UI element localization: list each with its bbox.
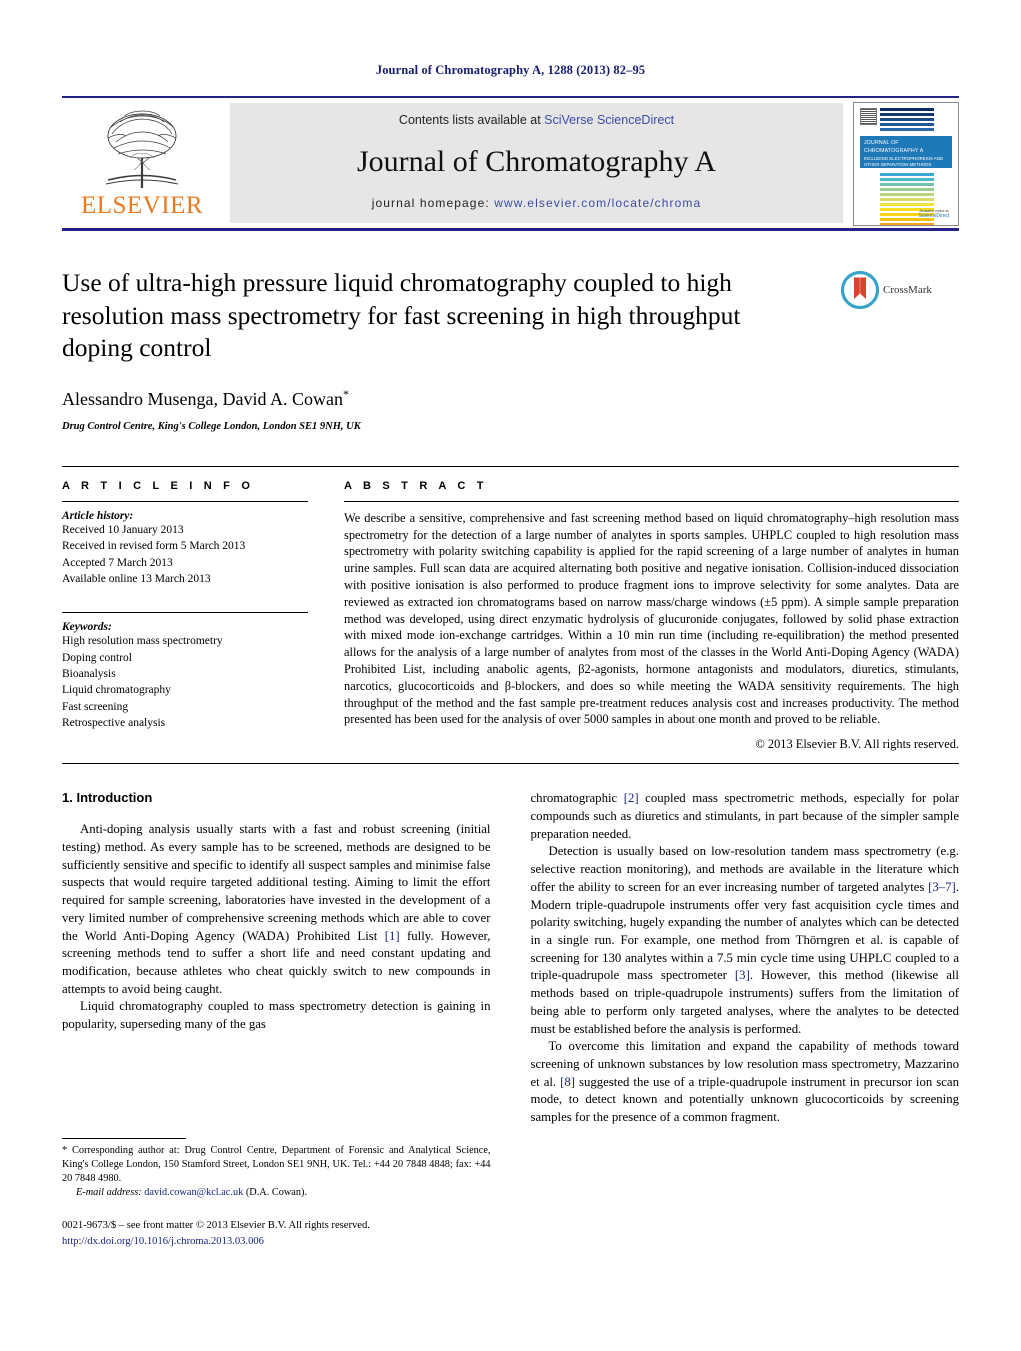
masthead-bottom-rule <box>62 228 959 231</box>
abstract-divider <box>344 500 959 502</box>
paragraph-text: chromatographic [2] coupled mass spectro… <box>530 791 960 841</box>
paragraph-text: Liquid chromatography coupled to mass sp… <box>62 999 491 1032</box>
crossmark-badge[interactable]: CrossMark <box>841 267 959 309</box>
issn-line: 0021-9673/$ – see front matter © 2013 El… <box>62 1220 370 1232</box>
body-column-left: 1. Introduction Anti-doping analysis usu… <box>62 790 491 1249</box>
homepage-prefix: journal homepage: <box>371 196 495 210</box>
section-heading-introduction: 1. Introduction <box>62 790 153 806</box>
abstract-heading: A B S T R A C T <box>344 479 488 492</box>
journal-masthead: ELSEVIER Contents lists available at Sci… <box>62 96 959 226</box>
affiliation: Drug Control Centre, King's College Lond… <box>62 420 361 432</box>
cover-footer: Available online at ScienceDirect <box>915 209 953 219</box>
email-link[interactable]: david.cowan@kcl.ac.uk <box>144 1187 243 1198</box>
email-label: E-mail address: <box>76 1187 142 1199</box>
keyword-item: Fast screening <box>62 700 129 713</box>
paragraph: Detection is usually based on low-resolu… <box>531 843 960 1038</box>
page-title: Use of ultra-high pressure liquid chroma… <box>62 268 741 363</box>
cover-foot-brand: ScienceDirect <box>918 213 950 219</box>
history-item: Available online 13 March 2013 <box>62 572 211 585</box>
history-item: Accepted 7 March 2013 <box>62 556 173 569</box>
paragraph: To overcome this limitation and expand t… <box>531 1038 960 1127</box>
abstract-column: A B S T R A C T We describe a sensitive,… <box>344 480 959 752</box>
elsevier-tree-icon <box>105 110 179 188</box>
cover-publisher-mark-icon <box>860 108 877 125</box>
corresponding-author-marker: * <box>342 386 349 401</box>
keyword-item: Doping control <box>62 651 132 664</box>
history-item: Received 10 January 2013 <box>62 523 184 536</box>
keywords-label: Keywords: <box>62 621 112 634</box>
abstract-copyright: © 2013 Elsevier B.V. All rights reserved… <box>755 737 959 752</box>
paragraph: chromatographic [2] coupled mass spectro… <box>531 790 960 843</box>
elsevier-wordmark: ELSEVIER <box>80 192 204 219</box>
cover-title-band: JOURNAL OF CHROMATOGRAPHY A INCLUDING EL… <box>860 136 952 180</box>
journal-banner: Contents lists available at SciVerse Sci… <box>230 103 843 223</box>
abstract-bottom-rule <box>62 763 959 765</box>
keywords-block: Keywords: High resolution mass spectrome… <box>62 612 308 731</box>
citation-ref[interactable]: [8] <box>560 1075 575 1089</box>
doi-link[interactable]: http://dx.doi.org/10.1016/j.chroma.2013.… <box>62 1236 264 1247</box>
paragraph-text: Anti-doping analysis usually starts with… <box>62 822 491 996</box>
info-top-rule <box>62 465 959 467</box>
issn-block: 0021-9673/$ – see front matter © 2013 El… <box>62 1218 491 1249</box>
abstract-text: We describe a sensitive, comprehensive a… <box>344 510 959 727</box>
author-list: Alessandro Musenga, David A. Cowan* <box>62 387 825 410</box>
paragraph-text: Detection is usually based on low-resolu… <box>530 844 960 1036</box>
contents-available-line: Contents lists available at SciVerse Sci… <box>399 113 674 127</box>
sciencedirect-link[interactable]: SciVerse ScienceDirect <box>544 113 674 127</box>
journal-title: Journal of Chromatography A <box>356 144 717 178</box>
keyword-item: Liquid chromatography <box>62 684 171 697</box>
footnote-rule <box>62 1138 186 1140</box>
email-owner: (D.A. Cowan). <box>245 1187 308 1199</box>
article-history-label: Article history: <box>62 509 134 522</box>
running-head: Journal of Chromatography A, 1288 (2013)… <box>375 63 646 77</box>
paragraph-text: To overcome this limitation and expand t… <box>530 1039 960 1125</box>
contents-prefix: Contents lists available at <box>398 113 545 127</box>
article-info-column: A R T I C L E I N F O Article history: R… <box>62 480 344 752</box>
keyword-item: High resolution mass spectrometry <box>62 635 223 648</box>
crossmark-label: CrossMark <box>883 284 932 296</box>
body-column-right: chromatographic [2] coupled mass spectro… <box>531 790 960 1249</box>
body-columns: 1. Introduction Anti-doping analysis usu… <box>62 790 959 1249</box>
journal-cover-thumbnail[interactable]: JOURNAL OF CHROMATOGRAPHY A INCLUDING EL… <box>853 102 959 226</box>
history-item: Received in revised form 5 March 2013 <box>62 540 246 553</box>
info-abstract-row: A R T I C L E I N F O Article history: R… <box>62 480 959 752</box>
article-info-heading: A R T I C L E I N F O <box>62 479 255 492</box>
keywords-divider <box>62 612 308 614</box>
paper-page: Journal of Chromatography A, 1288 (2013)… <box>0 0 1021 1351</box>
citation-ref[interactable]: [2] <box>624 791 639 805</box>
citation-ref[interactable]: [3–7] <box>928 880 956 894</box>
info-divider <box>62 500 308 502</box>
corresponding-author-note: * Corresponding author at: Drug Control … <box>62 1145 491 1185</box>
crossmark-icon <box>841 271 879 309</box>
article-title-block: Use of ultra-high pressure liquid chroma… <box>62 267 959 432</box>
cover-bars-top <box>880 108 934 133</box>
author-names: Alessandro Musenga, David A. Cowan <box>62 388 343 409</box>
footnote-zone: * Corresponding author at: Drug Control … <box>62 1138 491 1248</box>
keyword-item: Retrospective analysis <box>62 716 166 729</box>
citation-ref[interactable]: [1] <box>385 929 400 943</box>
cover-subtitle-1: INCLUDING ELECTROPHORESIS AND OTHER SEPA… <box>864 155 944 168</box>
elsevier-logo-block: ELSEVIER <box>62 98 222 218</box>
homepage-url-link[interactable]: www.elsevier.com/locate/chroma <box>494 196 701 210</box>
email-note: E-mail address: david.cowan@kcl.ac.uk (D… <box>62 1187 491 1198</box>
keyword-item: Bioanalysis <box>62 667 116 680</box>
citation-ref[interactable]: [3] <box>735 968 750 982</box>
cover-title: JOURNAL OF CHROMATOGRAPHY A <box>864 140 924 154</box>
journal-homepage-line: journal homepage: www.elsevier.com/locat… <box>372 196 702 210</box>
paragraph: Anti-doping analysis usually starts with… <box>62 821 491 998</box>
paragraph: Liquid chromatography coupled to mass sp… <box>62 998 491 1033</box>
